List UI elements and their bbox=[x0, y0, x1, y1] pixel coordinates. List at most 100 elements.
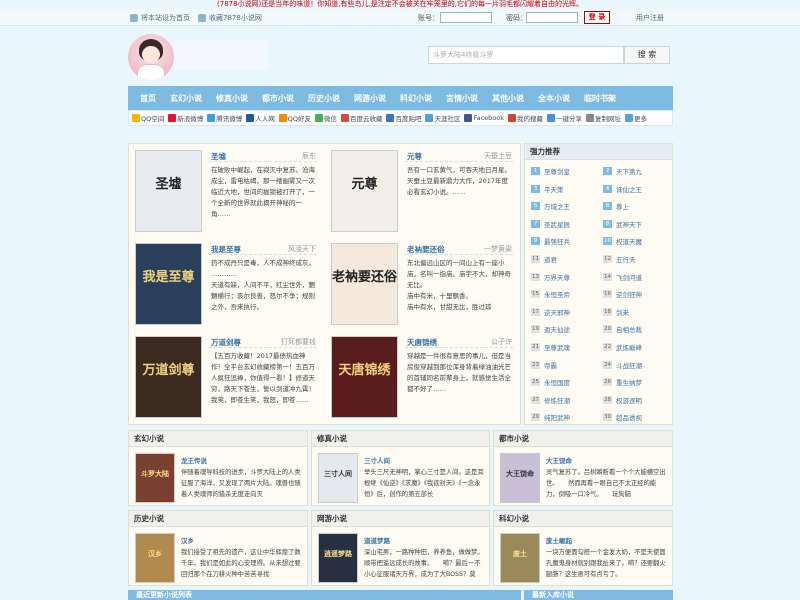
rank-item[interactable]: 15 永恒圣帝 bbox=[531, 289, 570, 299]
share-item-13[interactable]: 更多 bbox=[625, 113, 647, 123]
book-cover[interactable]: 斗罗大陆 bbox=[135, 453, 175, 503]
book-author[interactable]: 辰东 bbox=[302, 151, 316, 161]
nav-item-4[interactable]: 历史小说 bbox=[308, 93, 340, 104]
book-author[interactable]: 打死都要钱 bbox=[281, 337, 316, 347]
category-title[interactable]: 都市小说 bbox=[494, 431, 672, 447]
category-title[interactable]: 修真小说 bbox=[312, 431, 489, 447]
share-item-6[interactable]: 百度云收藏 bbox=[340, 113, 382, 123]
site-logo[interactable] bbox=[128, 34, 174, 80]
rank-item[interactable]: 24 斗战狂潮 bbox=[603, 360, 642, 370]
rank-item[interactable]: 25 永恒国度 bbox=[531, 377, 570, 387]
search-button[interactable]: 搜 索 bbox=[624, 46, 670, 64]
share-item-11[interactable]: 一键分享 bbox=[547, 113, 582, 123]
account-input[interactable] bbox=[440, 12, 492, 23]
password-input[interactable] bbox=[526, 12, 578, 23]
rank-item[interactable]: 1 至尊剑皇 bbox=[531, 166, 570, 176]
share-item-7[interactable]: 百度贴吧 bbox=[386, 113, 421, 123]
share-item-0[interactable]: QQ空间 bbox=[132, 113, 164, 123]
nav-item-5[interactable]: 网游小说 bbox=[354, 93, 386, 104]
nav-item-2[interactable]: 修真小说 bbox=[216, 93, 248, 104]
rank-item[interactable]: 8 武神天下 bbox=[603, 219, 642, 229]
book-cover[interactable]: 大王饶命 bbox=[500, 453, 540, 503]
rank-item[interactable]: 19 遮天仙途 bbox=[531, 324, 570, 334]
cover-title: 天唐锦绣 bbox=[338, 363, 391, 378]
rank-item[interactable]: 11 道君 bbox=[531, 254, 557, 264]
rank-item[interactable]: 14 飞剑问道 bbox=[603, 272, 642, 282]
rank-item[interactable]: 29 纯阳武神 bbox=[531, 412, 570, 422]
book-cover[interactable]: 圣墟 bbox=[135, 150, 202, 232]
book-title[interactable]: 汉乡 bbox=[181, 535, 194, 545]
login-button[interactable]: 登 录 bbox=[584, 11, 610, 24]
rank-item[interactable]: 18 剑来 bbox=[603, 307, 629, 317]
share-item-12[interactable]: 复制网址 bbox=[586, 113, 621, 123]
book-title[interactable]: 三寸人间 bbox=[364, 455, 390, 465]
share-item-5[interactable]: 微信 bbox=[314, 113, 337, 123]
rank-item[interactable]: 7 圣武星辰 bbox=[531, 219, 570, 229]
search-input[interactable]: 斗罗大陆4终极斗罗 bbox=[428, 46, 624, 64]
rank-item[interactable]: 20 自相总裁 bbox=[603, 324, 642, 334]
book-title[interactable]: 废土崛起 bbox=[546, 535, 572, 545]
cover-title: 斗罗大陆 bbox=[141, 470, 169, 478]
rank-item[interactable]: 5 万域之王 bbox=[531, 201, 570, 211]
rank-item[interactable]: 2 天下第九 bbox=[603, 166, 642, 176]
rank-item[interactable]: 3 平天策 bbox=[531, 184, 564, 194]
book-author[interactable]: 风凌天下 bbox=[288, 244, 316, 254]
nav-item-1[interactable]: 玄幻小说 bbox=[170, 93, 202, 104]
cover-title: 我是至尊 bbox=[142, 270, 195, 285]
book-cover[interactable]: 废土 bbox=[500, 533, 540, 583]
book-author[interactable]: 一梦黄粱 bbox=[484, 244, 512, 254]
rank-item[interactable]: 10 权道天魔 bbox=[603, 236, 642, 246]
book-title[interactable]: 龙王传说 bbox=[181, 455, 207, 465]
nav-item-7[interactable]: 言情小说 bbox=[446, 93, 478, 104]
book-author[interactable]: 天蚕土豆 bbox=[484, 151, 512, 161]
nav-item-10[interactable]: 临时书架 bbox=[584, 93, 616, 104]
nav-item-3[interactable]: 都市小说 bbox=[262, 93, 294, 104]
share-item-8[interactable]: 天涯社区 bbox=[425, 113, 460, 123]
rank-item[interactable]: 22 武炼巅峰 bbox=[603, 342, 642, 352]
book-cover[interactable]: 老衲要还俗 bbox=[331, 243, 398, 325]
rank-item[interactable]: 17 逆天邪神 bbox=[531, 307, 570, 317]
book-cover[interactable]: 我是至尊 bbox=[135, 243, 202, 325]
cover-title: 老衲要还俗 bbox=[332, 270, 398, 285]
set-home-link[interactable]: 将本站设为首页 bbox=[130, 13, 190, 23]
rank-item[interactable]: 12 五行天 bbox=[603, 254, 636, 264]
share-item-4[interactable]: QQ好友 bbox=[278, 113, 311, 123]
share-item-10[interactable]: 我的搜藏 bbox=[508, 113, 543, 123]
book-cover[interactable]: 万道剑尊 bbox=[135, 336, 202, 418]
book-cover[interactable]: 逍遥梦路 bbox=[318, 533, 358, 583]
book-title[interactable]: 大王饶命 bbox=[546, 455, 572, 465]
share-item-9[interactable]: Facebook bbox=[464, 114, 504, 122]
category-title[interactable]: 玄幻小说 bbox=[129, 431, 307, 447]
share-item-2[interactable]: 腾讯微博 bbox=[207, 113, 242, 123]
rank-item[interactable]: 27 修炼狂潮 bbox=[531, 395, 570, 405]
rank-item[interactable]: 6 尊上 bbox=[603, 201, 629, 211]
share-label: 我的搜藏 bbox=[517, 115, 544, 123]
rank-item[interactable]: 4 诛仙之王 bbox=[603, 184, 642, 194]
book-title[interactable]: 道道梦路 bbox=[364, 535, 390, 545]
nav-item-0[interactable]: 首页 bbox=[140, 93, 156, 104]
category-title[interactable]: 科幻小说 bbox=[494, 511, 672, 527]
rank-item[interactable]: 9 最强狂兵 bbox=[531, 236, 570, 246]
nav-item-9[interactable]: 全本小说 bbox=[538, 93, 570, 104]
category-title[interactable]: 网游小说 bbox=[312, 511, 489, 527]
register-link[interactable]: 用户注册 bbox=[636, 13, 664, 23]
category-title[interactable]: 历史小说 bbox=[129, 511, 307, 527]
rank-item[interactable]: 21 至尊武魂 bbox=[531, 342, 570, 352]
rank-item[interactable]: 30 超品透视 bbox=[603, 412, 642, 422]
nav-item-8[interactable]: 其他小说 bbox=[492, 93, 524, 104]
favorite-link[interactable]: 收藏7878小说网 bbox=[198, 13, 262, 23]
rank-item[interactable]: 16 逆剑狂神 bbox=[603, 289, 642, 299]
book-cover[interactable]: 汉乡 bbox=[135, 533, 175, 583]
nav-item-6[interactable]: 科幻小说 bbox=[400, 93, 432, 104]
book-cover[interactable]: 三寸人间 bbox=[318, 453, 358, 503]
book-cover[interactable]: 天唐锦绣 bbox=[331, 336, 398, 418]
rank-item[interactable]: 28 权游逐明 bbox=[603, 395, 642, 405]
rank-item[interactable]: 26 重生纳梦 bbox=[603, 377, 642, 387]
share-item-3[interactable]: 人人网 bbox=[246, 113, 275, 123]
rank-item[interactable]: 13 万界天尊 bbox=[531, 272, 570, 282]
share-item-1[interactable]: 新浪微博 bbox=[168, 113, 203, 123]
rank-label: 自相总裁 bbox=[616, 326, 642, 335]
book-author[interactable]: 公子许 bbox=[491, 337, 512, 347]
rank-item[interactable]: 23 帝霸 bbox=[531, 360, 557, 370]
book-cover[interactable]: 元尊 bbox=[331, 150, 398, 232]
